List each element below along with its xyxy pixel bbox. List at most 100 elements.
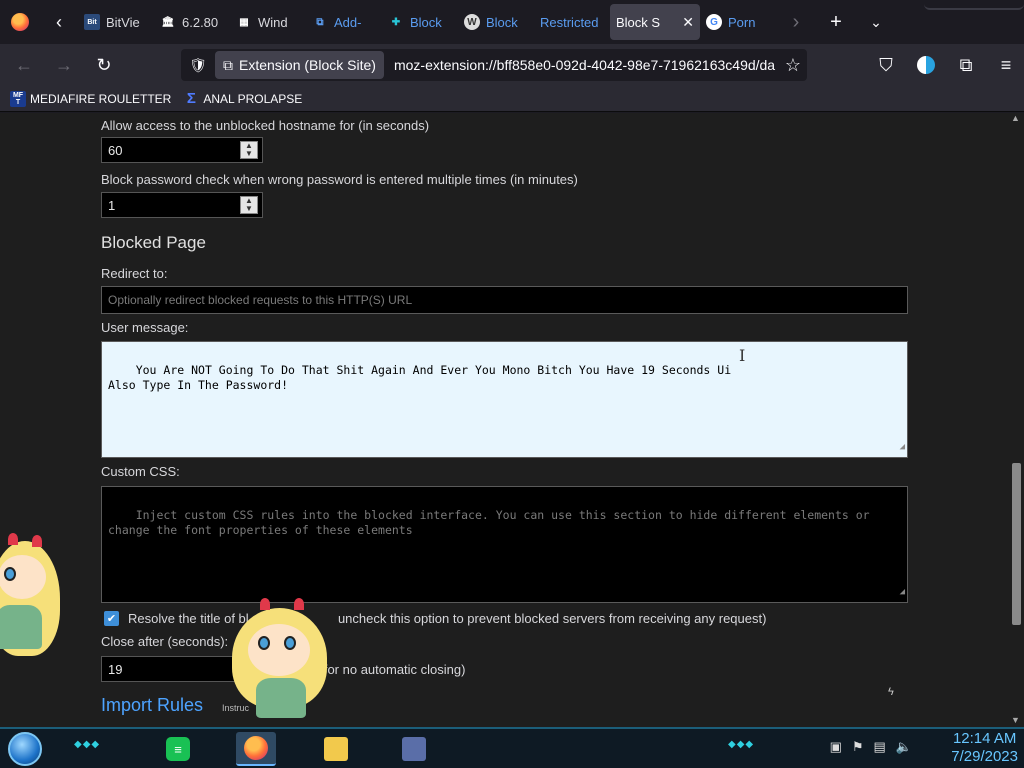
puzzle-icon: ⧉ (316, 16, 324, 28)
toolbar-right: ⛉ ⧉ ≡ (864, 44, 1024, 86)
puzzle-icon: ⧉ (959, 54, 973, 75)
redirect-label: Redirect to: (101, 266, 168, 281)
pocket-icon: ⛉ (879, 54, 893, 75)
block-password-input[interactable]: 1 ▲ ▼ (101, 192, 263, 218)
resolve-title-label: Resolve the title of bl uncheck this opt… (128, 611, 766, 626)
scroll-down-icon[interactable]: ▼ (1011, 715, 1020, 725)
w-icon: W (464, 14, 480, 30)
block-password-value: 1 (108, 197, 116, 213)
resolve-title-label-start: Resolve the title of bl (128, 611, 249, 626)
mediafire-icon: MF T (10, 90, 26, 107)
scrollbar-thumb[interactable] (1012, 463, 1021, 625)
allow-access-value: 60 (108, 142, 123, 158)
taskbar-decoration: ◆◆◆ (728, 739, 755, 750)
tab-wind[interactable]: ▦ Wind (230, 4, 306, 40)
extension-identity-chip[interactable]: ⧉ Extension (Block Site) (215, 51, 384, 79)
close-after-value: 19 (108, 661, 123, 677)
clock[interactable]: 12:14 AM 7/29/2023 (951, 730, 1018, 766)
extension-toggle-button[interactable] (908, 49, 944, 81)
taskbar: ◆◆◆ ≡ ◆◆◆ ▣ ⚑ ▤ 🔈 12:14 AM 7/29/2023 (0, 727, 1024, 768)
building-icon: ▦ (239, 16, 249, 28)
redirect-placeholder: Optionally redirect blocked requests to … (108, 293, 413, 307)
tab-block-2[interactable]: W Block (458, 4, 534, 40)
new-tab-button[interactable]: + (816, 0, 856, 44)
tab-version[interactable]: 🏛 6.2.80 (154, 4, 230, 40)
tab-label: Block (410, 14, 442, 30)
list-all-tabs-button[interactable]: ⌄ (856, 0, 896, 44)
volume-icon[interactable]: 🔈 (896, 739, 912, 755)
bookmark-mediafire[interactable]: MF T MEDIAFIRE ROULETTER (10, 90, 171, 107)
sigma-icon: Σ (186, 90, 196, 107)
scroll-tabs-right-button[interactable]: › (776, 0, 816, 44)
redirect-input[interactable]: Optionally redirect blocked requests to … (101, 286, 908, 314)
forward-button[interactable]: → (46, 49, 82, 81)
url-text[interactable]: moz-extension://bff858e0-092d-4042-98e7-… (394, 57, 784, 73)
navigation-toolbar: ← → ↻ 🛡 ⧉ Extension (Block Site) moz-ext… (0, 44, 1024, 86)
tab-label: Porn (728, 14, 756, 30)
scroll-up-icon[interactable]: ▲ (1011, 113, 1020, 123)
scroll-tabs-left-button[interactable]: ‹ (40, 0, 78, 44)
custom-css-label: Custom CSS: (101, 464, 180, 479)
back-button[interactable]: ← (6, 49, 42, 81)
folder-icon (324, 737, 348, 761)
extensions-button[interactable]: ⧉ (948, 49, 984, 81)
clock-time: 12:14 AM (952, 730, 1017, 747)
number-spinner[interactable]: ▲ ▼ (240, 141, 258, 159)
tab-label: Add- (334, 14, 362, 30)
bookmark-label: ANAL PROLAPSE (203, 91, 303, 106)
flag-icon[interactable]: ⚑ (852, 739, 864, 755)
tab-label: 6.2.80 (182, 14, 219, 30)
start-button[interactable] (8, 732, 42, 766)
url-bar[interactable]: 🛡 ⧉ Extension (Block Site) moz-extension… (181, 49, 807, 81)
resize-handle-icon[interactable]: ◢ (900, 440, 905, 455)
firefox-icon (244, 736, 268, 760)
number-spinner[interactable]: ▲ ▼ (240, 196, 258, 214)
app-menu-button[interactable]: ≡ (988, 49, 1024, 81)
page-scrollbar[interactable]: ▲ ▼ (1008, 113, 1024, 727)
tab-block-1[interactable]: ✚ Block (382, 4, 458, 40)
reload-icon: ↻ (96, 54, 112, 75)
taskbar-app-firefox[interactable] (236, 732, 276, 766)
taskbar-app-window[interactable] (394, 732, 434, 766)
puzzle-icon: ⧉ (223, 56, 233, 73)
plus-icon: + (830, 10, 842, 33)
import-rules-heading: Import Rules (101, 695, 204, 715)
user-message-label: User message: (101, 320, 189, 335)
tab-addons[interactable]: ⧉ Add- (306, 4, 382, 40)
reload-button[interactable]: ↻ (86, 49, 122, 81)
resize-handle-icon[interactable]: ◢ (900, 585, 905, 600)
tab-restricted[interactable]: Restricted (534, 4, 610, 40)
custom-css-textarea[interactable]: Inject custom CSS rules into the blocked… (101, 486, 908, 603)
google-icon: G (706, 14, 722, 30)
blocked-page-heading: Blocked Page (101, 233, 206, 252)
firefox-icon[interactable] (0, 0, 40, 44)
close-after-label: Close after (seconds): (101, 634, 229, 649)
chevron-left-icon: ‹ (56, 11, 62, 32)
taskbar-app-explorer[interactable] (316, 732, 356, 766)
tab-block-site-active[interactable]: Block S ✕ (610, 4, 700, 40)
bookmark-star-icon[interactable]: ☆ (785, 55, 801, 76)
tab-porn[interactable]: G Porn (700, 4, 776, 40)
checkmark-icon: ✔ (106, 613, 117, 625)
hamburger-icon: ≡ (1000, 54, 1012, 75)
network-icon[interactable]: ▤ (874, 739, 886, 755)
pocket-button[interactable]: ⛉ (868, 49, 904, 81)
bookmark-sigma[interactable]: Σ ANAL PROLAPSE (183, 90, 303, 107)
image-icon[interactable]: ▣ (830, 739, 842, 755)
allow-access-label: Allow access to the unblocked hostname f… (101, 118, 430, 133)
allow-access-input[interactable]: 60 ▲ ▼ (101, 137, 263, 163)
close-after-input[interactable]: 19 (101, 656, 241, 682)
bookmarks-toolbar: MF T MEDIAFIRE ROULETTER Σ ANAL PROLAPSE (0, 86, 1024, 112)
resolve-title-checkbox[interactable]: ✔ (104, 611, 119, 626)
chevron-right-icon: › (792, 10, 800, 33)
half-circle-icon (917, 56, 935, 74)
clock-date: 7/29/2023 (951, 748, 1018, 765)
bank-icon: 🏛 (161, 16, 175, 28)
close-after-hint: o for no automatic closing) (313, 662, 466, 677)
taskbar-app-green[interactable]: ≡ (158, 732, 198, 766)
shield-icon[interactable]: 🛡 (181, 57, 215, 74)
close-icon[interactable]: ✕ (682, 14, 694, 31)
block-password-label: Block password check when wrong password… (101, 172, 578, 187)
user-message-textarea[interactable]: You Are NOT Going To Do That Shit Again … (101, 341, 908, 458)
tab-bitview[interactable]: Bit BitVie (78, 4, 154, 40)
